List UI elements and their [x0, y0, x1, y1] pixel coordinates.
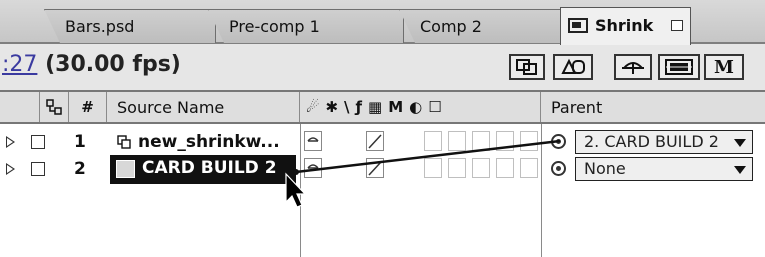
layer-lock-checkbox[interactable]	[31, 162, 45, 176]
composition-icon	[568, 18, 588, 33]
parent-selected-value: 2. CARD BUILD 2	[584, 132, 719, 151]
shy-icon	[622, 62, 644, 74]
shy-switch[interactable]	[304, 131, 322, 151]
expand-triangle-icon[interactable]	[6, 163, 15, 175]
layer-switch-button[interactable]	[553, 54, 593, 80]
time-info-bar: :27 (30.00 fps) M	[0, 44, 765, 92]
parent-dropdown[interactable]: None	[575, 157, 753, 181]
layer-source-name[interactable]: CARD BUILD 2	[142, 158, 277, 178]
timeline-window: Bars.psd Pre-comp 1 Comp 2 Shrink :27 (3…	[0, 0, 765, 257]
tab-label: Shrink	[595, 16, 654, 35]
motion-blur-switch[interactable]	[472, 131, 490, 151]
dropdown-arrow-icon	[734, 139, 746, 147]
tab-label: Pre-comp 1	[229, 17, 320, 36]
parent-selected-value: None	[584, 159, 626, 178]
selected-layer-name[interactable]: CARD BUILD 2	[110, 155, 296, 184]
motion-blur-label: M	[714, 56, 734, 78]
layer-row[interactable]: 1 new_shrinkw... 2. CARD BUILD 2	[0, 129, 765, 156]
header-parent[interactable]: Parent	[541, 92, 765, 122]
current-time-display[interactable]: :27 (30.00 fps)	[2, 52, 181, 77]
layer-row-selected[interactable]: 2 CARD BUILD 2 None	[0, 155, 765, 184]
timecode[interactable]: :27	[2, 52, 37, 77]
header-av-features	[0, 92, 40, 122]
header-number[interactable]: #	[69, 92, 107, 122]
shy-switch[interactable]	[304, 158, 322, 178]
effect-switch[interactable]	[424, 131, 442, 151]
header-parent-link[interactable]	[40, 92, 69, 122]
shy-icon	[307, 137, 319, 142]
tab-bars-psd[interactable]: Bars.psd	[44, 9, 216, 43]
tab-comp-2[interactable]: Comp 2	[399, 9, 567, 43]
tab-close-icon[interactable]	[671, 20, 683, 31]
tab-pre-comp-1[interactable]: Pre-comp 1	[208, 9, 404, 43]
parent-pickwhip-icon[interactable]	[551, 134, 566, 149]
tab-label: Comp 2	[420, 17, 482, 36]
effect-switch-icon: ƒ	[355, 98, 363, 116]
tab-label: Bars.psd	[65, 17, 135, 36]
shy-button[interactable]	[614, 54, 652, 80]
layer-source-name[interactable]: new_shrinkw...	[138, 132, 280, 152]
motion-blur-button[interactable]: M	[704, 54, 744, 80]
precomp-footage-icon	[117, 135, 131, 149]
mask-icon	[561, 58, 585, 74]
column-header-row: # Source Name ☄ ✱ \ ƒ ▦ M ◐ ☐ Parent	[0, 92, 765, 124]
parent-pickwhip-icon[interactable]	[551, 161, 566, 176]
quality-icon	[368, 134, 382, 149]
3d-switch[interactable]	[520, 131, 538, 151]
tab-strip: Bars.psd Pre-comp 1 Comp 2 Shrink	[0, 0, 765, 45]
quality-switch-icon: \	[344, 98, 350, 116]
adjustment-switch-icon: ◐	[409, 98, 423, 116]
quality-icon	[368, 161, 382, 176]
layer-list: 1 new_shrinkw... 2. CARD BUILD 2 2 CARD …	[0, 124, 765, 257]
shy-switch-icon: ☄	[306, 98, 320, 116]
switch-icons: ☄ ✱ \ ƒ ▦ M ◐ ☐	[300, 98, 442, 116]
layer-number: 2	[74, 159, 86, 179]
frame-rate: (30.00 fps)	[45, 52, 181, 77]
effect-switch[interactable]	[424, 158, 442, 178]
parent-dropdown[interactable]: 2. CARD BUILD 2	[575, 130, 753, 154]
layer-lock-checkbox[interactable]	[31, 135, 45, 149]
motion-blur-switch[interactable]	[472, 158, 490, 178]
frame-blend-icon	[665, 59, 693, 75]
expand-triangle-icon[interactable]	[6, 136, 15, 148]
shy-icon	[307, 164, 319, 169]
dropdown-arrow-icon	[734, 166, 746, 174]
adjustment-switch[interactable]	[496, 158, 514, 178]
3d-switch[interactable]	[520, 158, 538, 178]
frame-blend-switch-icon: ▦	[368, 98, 383, 116]
frame-blend-button[interactable]	[658, 54, 700, 80]
adjustment-switch[interactable]	[496, 131, 514, 151]
header-switches: ☄ ✱ \ ƒ ▦ M ◐ ☐	[300, 92, 541, 122]
comp-flowchart-icon	[516, 59, 537, 75]
hierarchy-icon	[46, 99, 62, 115]
motion-blur-switch-icon: M	[388, 98, 404, 116]
frame-blend-switch[interactable]	[448, 131, 466, 151]
quality-switch[interactable]	[366, 158, 384, 178]
comp-marker-button[interactable]	[509, 54, 545, 80]
quality-switch[interactable]	[366, 131, 384, 151]
layer-number: 1	[74, 132, 86, 152]
tab-shrink[interactable]: Shrink	[560, 7, 691, 45]
header-source-name[interactable]: Source Name	[107, 92, 300, 122]
3d-switch-icon: ☐	[428, 98, 442, 116]
composition-footage-icon	[116, 160, 135, 178]
collapse-switch-icon: ✱	[325, 98, 339, 116]
frame-blend-switch[interactable]	[448, 158, 466, 178]
